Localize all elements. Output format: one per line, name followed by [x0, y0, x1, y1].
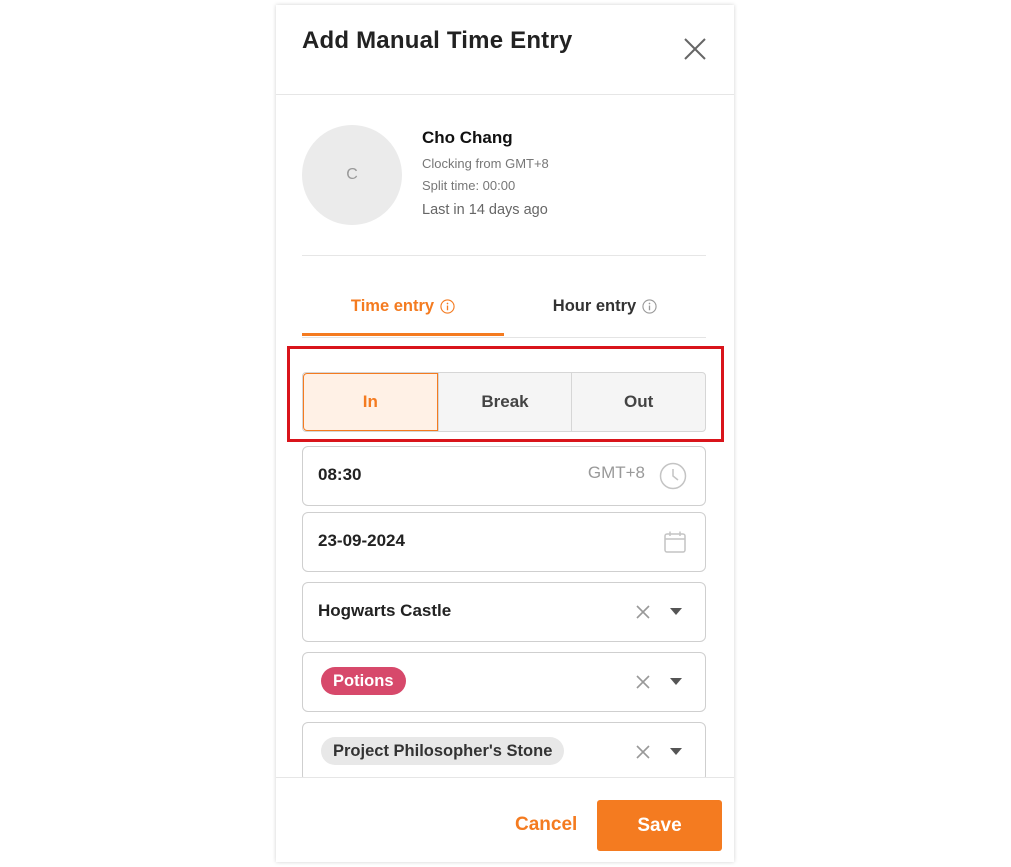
- user-name: Cho Chang: [422, 128, 513, 147]
- dialog-title: Add Manual Time Entry: [302, 27, 573, 54]
- department-select[interactable]: Potions: [302, 652, 706, 712]
- date-input[interactable]: 23-09-2024: [302, 512, 706, 572]
- last-in-text: Last in 14 days ago: [422, 202, 548, 218]
- clock-icon[interactable]: [659, 462, 687, 490]
- clear-icon[interactable]: [636, 605, 650, 619]
- clocking-from-text: Clocking from GMT+8: [422, 156, 549, 171]
- split-time-text: Split time: 00:00: [422, 178, 516, 193]
- avatar-initial: C: [346, 166, 358, 183]
- close-icon[interactable]: [683, 37, 707, 61]
- tab-hour-entry[interactable]: Hour entry: [504, 285, 706, 335]
- time-value: 08:30: [318, 465, 362, 484]
- clear-icon[interactable]: [636, 675, 650, 689]
- chevron-down-icon[interactable]: [670, 678, 682, 686]
- save-button[interactable]: Save: [597, 800, 722, 851]
- clear-icon[interactable]: [636, 745, 650, 759]
- highlight-box: [287, 346, 724, 442]
- info-icon[interactable]: [642, 299, 657, 314]
- timezone-label: GMT+8: [587, 463, 645, 482]
- calendar-icon[interactable]: [663, 530, 687, 554]
- avatar: C: [302, 125, 402, 225]
- dialog-header: Add Manual Time Entry: [276, 5, 734, 95]
- date-value: 23-09-2024: [318, 531, 405, 550]
- tab-time-entry-label: Time entry: [350, 297, 435, 315]
- chevron-down-icon[interactable]: [670, 608, 682, 616]
- section-divider: [302, 255, 706, 256]
- department-chip: Potions: [321, 667, 406, 695]
- dialog-footer: Cancel Save: [276, 777, 734, 862]
- entry-type-tabs: Time entry Hour entry: [302, 285, 706, 338]
- location-value: Hogwarts Castle: [318, 601, 452, 620]
- chevron-down-icon[interactable]: [670, 748, 682, 756]
- project-chip: Project Philosopher's Stone: [321, 737, 565, 765]
- tab-hour-entry-label: Hour entry: [552, 297, 637, 315]
- info-icon[interactable]: [440, 299, 455, 314]
- time-input[interactable]: 08:30 GMT+8: [302, 446, 706, 506]
- project-select[interactable]: Project Philosopher's Stone: [302, 722, 706, 782]
- location-select[interactable]: Hogwarts Castle: [302, 582, 706, 642]
- tab-time-entry[interactable]: Time entry: [302, 285, 504, 336]
- cancel-button[interactable]: Cancel: [515, 814, 577, 836]
